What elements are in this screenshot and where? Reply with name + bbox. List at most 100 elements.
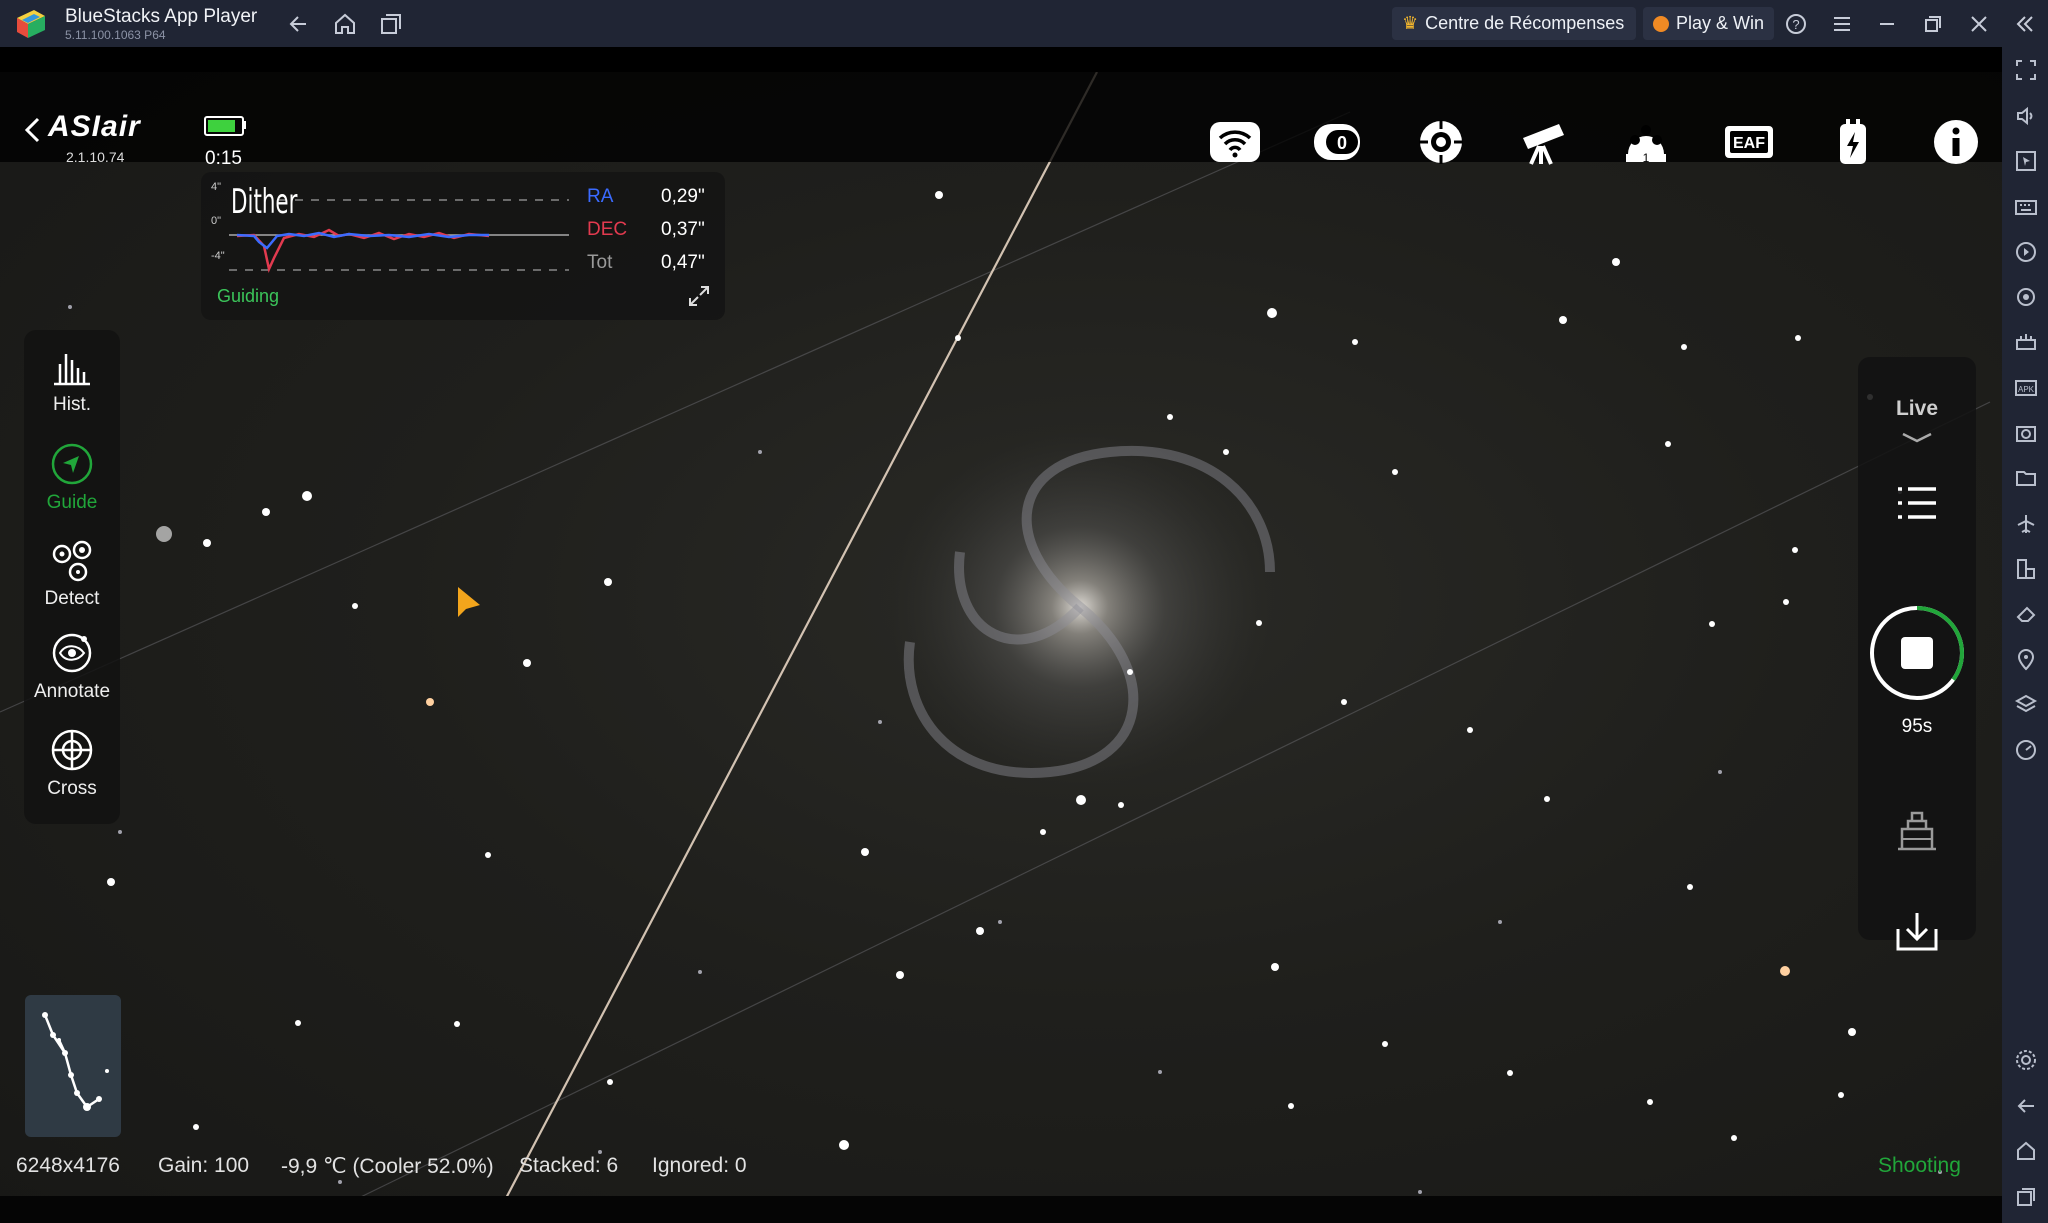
detect-tool[interactable]: Detect — [24, 540, 120, 610]
rewards-label: Centre de Récompenses — [1425, 13, 1625, 33]
window-version: 5.11.100.1063 P64 — [65, 28, 166, 42]
guide-graph-panel[interactable]: 4" 0" -4" Dither RA 0,29" DEC 0,37" Tot … — [201, 172, 725, 320]
svg-text:?: ? — [1792, 17, 1799, 32]
bottom-strip — [0, 1196, 2002, 1223]
list-icon[interactable] — [1894, 483, 1940, 523]
macro-icon[interactable] — [2014, 240, 2038, 264]
camera-icon[interactable]: 0 — [1310, 116, 1366, 168]
asiair-version: 2.1.10.74 — [66, 149, 125, 165]
detect-label: Detect — [44, 588, 100, 609]
y-tick-zero: 0" — [211, 215, 222, 227]
fullscreen-icon[interactable] — [2014, 58, 2038, 82]
battery-icon — [204, 116, 244, 136]
airplane-icon[interactable] — [2014, 512, 2038, 536]
guide-icon — [51, 443, 93, 485]
screenshot-icon[interactable] — [2014, 421, 2038, 445]
bluestacks-logo-icon — [17, 10, 45, 38]
annotate-label: Annotate — [33, 681, 111, 702]
guiding-status: Guiding — [217, 286, 280, 306]
ra-label: RA — [587, 186, 614, 207]
svg-text:0: 0 — [1337, 133, 1347, 153]
speed-icon[interactable] — [2014, 738, 2038, 762]
tot-value: 0,47" — [661, 252, 705, 273]
eaf-icon[interactable]: EAF — [1721, 116, 1777, 168]
gain-text: Gain: 100 — [158, 1154, 250, 1177]
sync-icon[interactable] — [2014, 285, 2038, 309]
play-win-coin-icon — [1653, 15, 1669, 32]
wifi-icon[interactable] — [1208, 116, 1264, 168]
filter-wheel-icon[interactable]: 1 — [1618, 116, 1674, 168]
resolution-text: 6248x4176 — [16, 1154, 120, 1177]
eaf-label: EAF — [1733, 135, 1765, 152]
apk-icon[interactable]: APK — [2014, 376, 2038, 400]
tot-label: Tot — [587, 252, 613, 273]
guide-tool[interactable]: Guide — [24, 442, 120, 514]
power-icon[interactable] — [1825, 116, 1881, 168]
menu-icon[interactable] — [1829, 11, 1855, 37]
ignored-count: Ignored: 0 — [652, 1154, 747, 1177]
stop-icon — [1901, 637, 1933, 669]
histogram-icon — [54, 354, 90, 386]
dec-label: DEC — [587, 219, 628, 240]
pointer-icon[interactable] — [2014, 149, 2038, 173]
live-mode-label[interactable]: Live — [1858, 397, 1976, 421]
ra-value: 0,29" — [661, 186, 705, 207]
keyboard-icon[interactable] — [2014, 195, 2038, 219]
guide-scope-icon[interactable] — [1413, 116, 1469, 168]
resize-icon[interactable] — [2014, 557, 2038, 581]
hist-label: Hist. — [53, 394, 91, 415]
multi-instance-icon[interactable] — [378, 11, 404, 37]
hist-tool[interactable]: Hist. — [24, 348, 120, 416]
asiair-app: ASIair 2.1.10.74 0:15 0 1 EAF 4" 0" -4" … — [0, 47, 2002, 1223]
performance-icon[interactable] — [2014, 330, 2038, 354]
restore-icon[interactable] — [1920, 11, 1946, 37]
filter-number: 1 — [1643, 151, 1650, 165]
settings-gear-icon[interactable] — [2014, 1048, 2038, 1072]
close-icon[interactable] — [1966, 11, 1992, 37]
detect-icon — [52, 540, 92, 582]
cross-label: Cross — [47, 778, 97, 799]
annotate-icon — [52, 633, 92, 673]
crosshair-icon — [51, 729, 93, 771]
play-win-button[interactable]: Play & Win — [1643, 7, 1775, 40]
eraser-icon[interactable] — [2014, 602, 2038, 626]
download-icon[interactable] — [1894, 909, 1940, 953]
volume-icon[interactable] — [2014, 104, 2038, 128]
android-back-icon[interactable] — [2014, 1094, 2038, 1118]
info-icon[interactable] — [1928, 116, 1984, 168]
back-icon[interactable] — [286, 11, 312, 37]
exposure-countdown: 95s — [1901, 716, 1933, 737]
constellation-thumbnail[interactable] — [25, 995, 121, 1137]
location-icon[interactable] — [2014, 648, 2038, 672]
annotate-tool[interactable]: Annotate — [24, 631, 120, 703]
home-icon[interactable] — [332, 11, 358, 37]
rewards-button[interactable]: ♛ Centre de Récompenses — [1392, 7, 1637, 40]
constellation-map-icon — [42, 1012, 109, 1111]
chevron-down-icon[interactable] — [1901, 431, 1933, 443]
crown-icon: ♛ — [1402, 13, 1419, 33]
minimize-icon[interactable] — [1874, 11, 1900, 37]
stop-capture-button[interactable] — [1868, 604, 1966, 702]
y-tick-top: 4" — [211, 181, 222, 193]
stacked-count: Stacked: 6 — [519, 1154, 619, 1177]
app-back-icon[interactable] — [24, 116, 40, 144]
guide-label: Guide — [46, 492, 98, 513]
stack-tray-icon[interactable] — [1894, 807, 1940, 853]
battery-level — [208, 120, 235, 132]
recent-apps-icon[interactable] — [2014, 1185, 2038, 1209]
layers-icon[interactable] — [2014, 693, 2038, 717]
cross-tool[interactable]: Cross — [24, 728, 120, 800]
expand-icon[interactable] — [687, 284, 711, 308]
android-home-icon[interactable] — [2014, 1139, 2038, 1163]
folder-icon[interactable] — [2014, 466, 2038, 490]
cursor-arrow-icon — [458, 587, 480, 617]
help-icon[interactable]: ? — [1783, 11, 1809, 37]
svg-text:APK: APK — [2018, 385, 2035, 394]
window-title: BlueStacks App Player — [65, 6, 258, 27]
dec-value: 0,37" — [661, 219, 705, 240]
telescope-icon[interactable] — [1515, 116, 1571, 168]
asiair-logo: ASIair — [48, 110, 141, 143]
collapse-sidebar-icon[interactable] — [2012, 11, 2038, 37]
status-bar: 6248x4176 Gain: 100 -9,9 ℃ (Cooler 52.0%… — [0, 1154, 2002, 1184]
shooting-status: Shooting — [1878, 1154, 1961, 1177]
